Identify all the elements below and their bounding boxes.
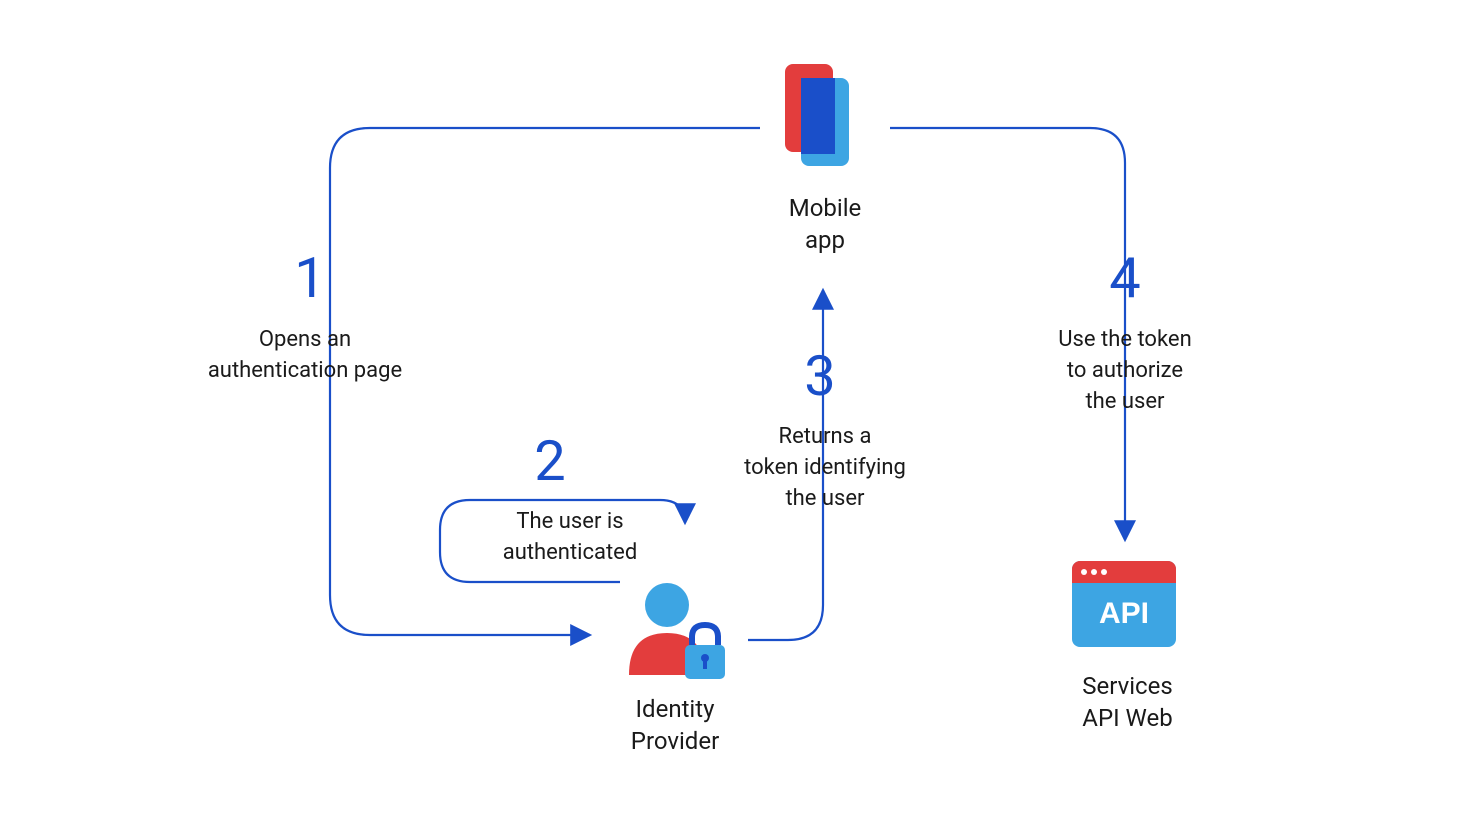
mobile-app-icon: [775, 60, 865, 179]
api-icon-text: API: [1099, 597, 1149, 630]
identity-provider-icon: [615, 575, 740, 694]
step-2-number: 2: [530, 428, 570, 494]
services-api-icon: API: [1068, 555, 1183, 659]
step-3-text: Returns atoken identifyingthe user: [725, 422, 925, 514]
services-api-label: ServicesAPI Web: [1060, 670, 1195, 735]
identity-provider-label: IdentityProvider: [610, 693, 740, 758]
step-1-text: Opens anauthentication page: [190, 325, 420, 387]
step-3-number: 3: [800, 343, 840, 409]
step-1-number: 1: [290, 245, 330, 311]
step-4-number: 4: [1100, 245, 1150, 311]
auth-flow-diagram: Mobileapp IdentityProvider API ServicesA…: [0, 0, 1482, 834]
flow-connectors: [0, 0, 1482, 834]
step-2-text: The user isauthenticated: [490, 507, 650, 569]
mobile-app-label: Mobileapp: [770, 192, 880, 257]
step-4-text: Use the tokento authorizethe user: [1035, 325, 1215, 417]
